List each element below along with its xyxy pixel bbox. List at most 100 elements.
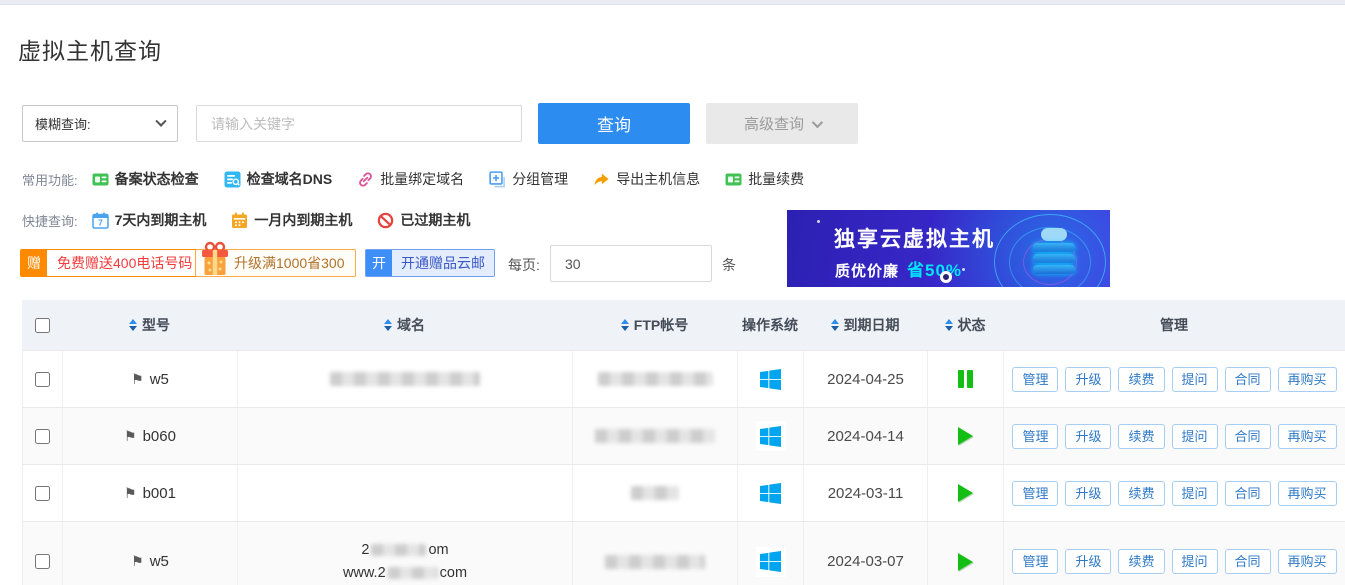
promo-prefix-badge: 开 (366, 250, 392, 276)
flag-icon: ⚑ (131, 553, 144, 570)
model-cell: ⚑w5 (63, 522, 238, 585)
domain-cell (238, 351, 573, 407)
ban-icon (377, 212, 394, 229)
expire-cell: 2024-03-11 (804, 465, 928, 521)
ftp-cell (573, 351, 738, 407)
renew-button[interactable]: 续费 (1118, 481, 1164, 506)
link-label: 分组管理 (512, 169, 568, 189)
filter-select[interactable]: 模糊查询: (22, 105, 178, 142)
link-icon (357, 171, 374, 188)
table-row: ⚑w5 2om www.2com 2024-03-07 管理 升级 续费 提问 … (22, 521, 1345, 585)
contract-button[interactable]: 合同 (1225, 481, 1271, 506)
advanced-query-button[interactable]: 高级查询 (706, 103, 858, 144)
query-button[interactable]: 查询 (538, 103, 690, 144)
redacted-ftp (595, 429, 715, 443)
table-row: ⚑b060 2024-04-14 管理 升级 续费 提问 合同 再购买 (22, 407, 1345, 464)
renew-button[interactable]: 续费 (1118, 549, 1164, 574)
rebuy-button[interactable]: 再购买 (1278, 549, 1337, 574)
link-export-host-info[interactable]: 导出主机信息 (593, 169, 700, 189)
os-cell (738, 465, 804, 521)
link-check-domain-dns[interactable]: 检查域名DNS (224, 169, 333, 189)
manage-button[interactable]: 管理 (1012, 549, 1058, 574)
header-expire[interactable]: 到期日期 (803, 300, 927, 350)
ask-button[interactable]: 提问 (1172, 549, 1218, 574)
hosts-table: 型号 域名 FTP帐号 操作系统 到期日期 状态 管理 ⚑w5 2024-04-… (22, 300, 1345, 585)
os-cell (738, 351, 804, 407)
dns-check-icon (224, 171, 241, 188)
sort-icon (945, 319, 953, 331)
chevron-down-icon (812, 116, 823, 127)
link-batch-renew[interactable]: 批量续费 (725, 169, 804, 189)
promo-open-cloud-mail[interactable]: 开 开通赠品云邮 (365, 249, 495, 277)
cloud-server-illustration (1033, 228, 1075, 274)
header-status[interactable]: 状态 (927, 300, 1003, 350)
expire-cell: 2024-04-25 (804, 351, 928, 407)
advanced-query-label: 高级查询 (744, 113, 804, 134)
keyword-input[interactable] (196, 105, 522, 142)
upgrade-button[interactable]: 升级 (1065, 549, 1111, 574)
manage-button[interactable]: 管理 (1012, 424, 1058, 449)
renew-card-icon (725, 171, 742, 188)
promo-free-400-number[interactable]: 赠 免费赠送400电话号码 (20, 249, 203, 277)
sort-icon (129, 319, 137, 331)
manage-button[interactable]: 管理 (1012, 481, 1058, 506)
common-functions-row: 常用功能: 备案状态检查 检查域名DNS 批量绑定域名 分组管理 导出主机信息 … (0, 169, 1345, 189)
link-label: 已过期主机 (400, 210, 470, 230)
renew-button[interactable]: 续费 (1118, 367, 1164, 392)
promo-prefix-badge: 赠 (21, 250, 47, 276)
select-all-checkbox[interactable] (35, 318, 50, 333)
link-label: 批量绑定域名 (380, 169, 464, 189)
renew-button[interactable]: 续费 (1118, 424, 1164, 449)
header-model[interactable]: 型号 (62, 300, 237, 350)
contract-button[interactable]: 合同 (1225, 367, 1271, 392)
rebuy-button[interactable]: 再购买 (1278, 481, 1337, 506)
calendar-month-icon (231, 212, 248, 229)
os-cell (738, 408, 804, 464)
link-icp-status-check[interactable]: 备案状态检查 (92, 169, 199, 189)
export-arrow-icon (593, 171, 610, 188)
carousel-dot[interactable] (940, 271, 952, 283)
windows-icon (756, 547, 786, 577)
promo-upgrade-discount[interactable]: 升级满1000省300 (195, 249, 356, 277)
status-cell (928, 465, 1004, 521)
link-label: 备案状态检查 (115, 169, 199, 189)
common-functions-label: 常用功能: (22, 170, 78, 189)
link-batch-bind-domain[interactable]: 批量绑定域名 (357, 169, 464, 189)
contract-button[interactable]: 合同 (1225, 549, 1271, 574)
page-title: 虚拟主机查询 (18, 32, 1345, 66)
upgrade-button[interactable]: 升级 (1065, 424, 1111, 449)
redacted-ftp (605, 555, 705, 569)
actions-cell: 管理 升级 续费 提问 合同 再购买 (1004, 408, 1345, 464)
row-checkbox[interactable] (35, 486, 50, 501)
contract-button[interactable]: 合同 (1225, 424, 1271, 449)
row-checkbox[interactable] (35, 372, 50, 387)
ask-button[interactable]: 提问 (1172, 424, 1218, 449)
row-checkbox[interactable] (35, 429, 50, 444)
status-cell (928, 522, 1004, 585)
ask-button[interactable]: 提问 (1172, 481, 1218, 506)
redacted-domain (371, 544, 426, 556)
header-domain[interactable]: 域名 (237, 300, 572, 350)
ad-banner[interactable]: 独享云虚拟主机 质优价廉省50% (787, 210, 1110, 287)
promo-label: 升级满1000省300 (234, 250, 355, 276)
link-expire-7-days[interactable]: 7 7天内到期主机 (92, 210, 207, 230)
manage-button[interactable]: 管理 (1012, 367, 1058, 392)
ask-button[interactable]: 提问 (1172, 367, 1218, 392)
upgrade-button[interactable]: 升级 (1065, 367, 1111, 392)
link-expire-1-month[interactable]: 一月内到期主机 (231, 210, 352, 230)
ftp-cell (573, 465, 738, 521)
rebuy-button[interactable]: 再购买 (1278, 367, 1337, 392)
banner-highlight: 省50% (907, 261, 962, 280)
header-ftp[interactable]: FTP帐号 (572, 300, 737, 350)
link-expired-hosts[interactable]: 已过期主机 (377, 210, 470, 230)
domain-cell (238, 465, 573, 521)
redacted-ftp (631, 486, 679, 500)
rebuy-button[interactable]: 再购买 (1278, 424, 1337, 449)
domain-cell (238, 408, 573, 464)
row-checkbox[interactable] (35, 554, 50, 569)
per-page-input[interactable] (550, 245, 712, 282)
header-os: 操作系统 (737, 300, 803, 350)
link-group-management[interactable]: 分组管理 (489, 169, 568, 189)
status-paused-icon (958, 370, 973, 388)
upgrade-button[interactable]: 升级 (1065, 481, 1111, 506)
